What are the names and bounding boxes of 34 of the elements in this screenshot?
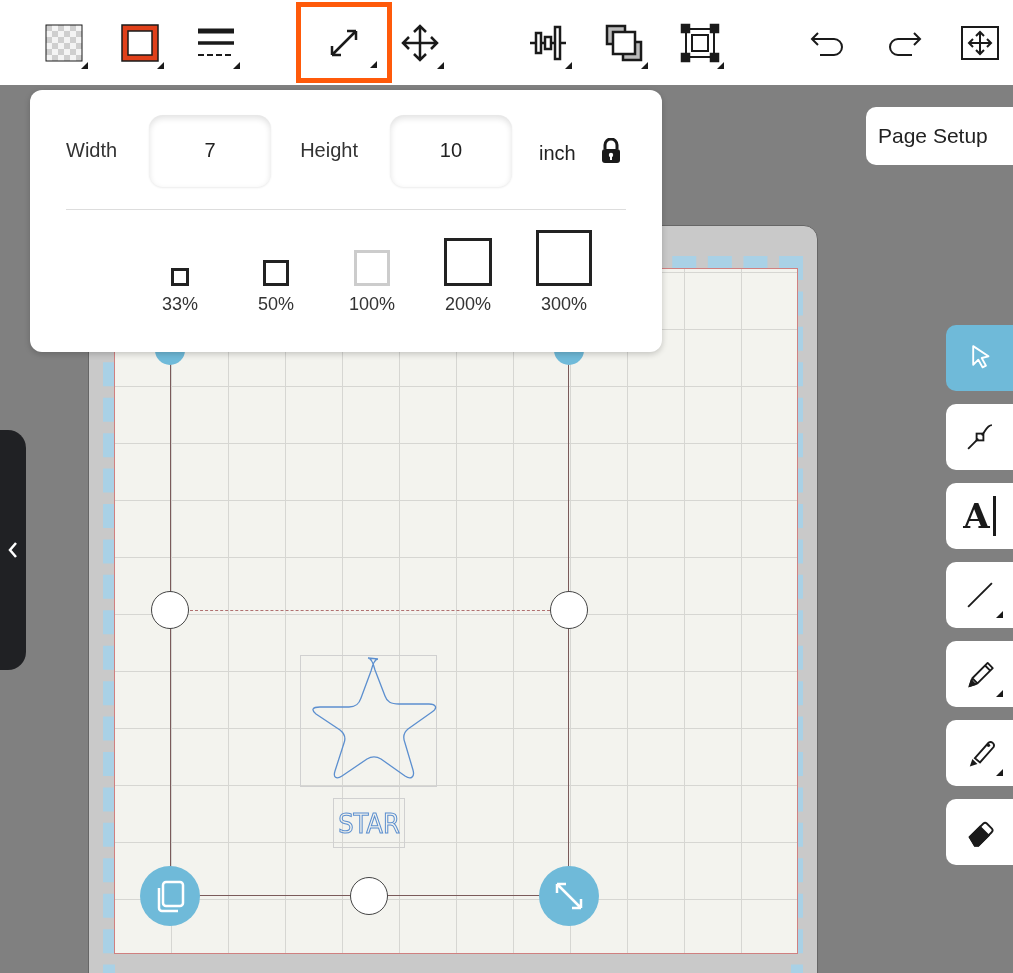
chevron-left-icon bbox=[8, 541, 18, 559]
tool-button[interactable] bbox=[946, 720, 1013, 786]
group-icon bbox=[680, 22, 720, 63]
caret-icon bbox=[565, 62, 572, 69]
tool-button[interactable] bbox=[946, 799, 1013, 865]
caret-icon bbox=[157, 62, 164, 69]
caret-icon bbox=[81, 62, 88, 69]
checkerboard-icon bbox=[44, 22, 84, 63]
height-field[interactable]: 10 bbox=[389, 114, 512, 187]
caret-icon bbox=[370, 61, 377, 68]
tool-button[interactable] bbox=[946, 641, 1013, 707]
stroke-color-icon bbox=[120, 22, 160, 63]
lock-icon[interactable] bbox=[599, 137, 622, 164]
width-label: Width bbox=[66, 139, 118, 162]
height-label: Height bbox=[300, 139, 358, 162]
scale-preset[interactable]: 200% bbox=[420, 226, 516, 315]
caret-icon bbox=[996, 690, 1003, 697]
panel-toggle[interactable] bbox=[0, 430, 26, 670]
scale-preset[interactable]: 50% bbox=[228, 226, 324, 315]
scale-preset[interactable]: 300% bbox=[516, 226, 612, 315]
tool-button[interactable] bbox=[946, 562, 1013, 628]
layers-icon bbox=[604, 22, 644, 63]
page-setup-button[interactable]: Page Setup bbox=[866, 107, 1013, 165]
caret-icon bbox=[641, 62, 648, 69]
caret-icon bbox=[717, 62, 724, 69]
caret-icon bbox=[233, 62, 240, 69]
move-icon bbox=[400, 22, 440, 63]
unit-label: inch bbox=[538, 142, 576, 165]
tool-button[interactable]: A bbox=[946, 483, 1013, 549]
caret-icon bbox=[996, 611, 1003, 618]
caret-icon bbox=[996, 769, 1003, 776]
scale-preset[interactable]: 33% bbox=[132, 226, 228, 315]
width-field[interactable]: 7 bbox=[149, 114, 272, 187]
caret-icon bbox=[437, 62, 444, 69]
